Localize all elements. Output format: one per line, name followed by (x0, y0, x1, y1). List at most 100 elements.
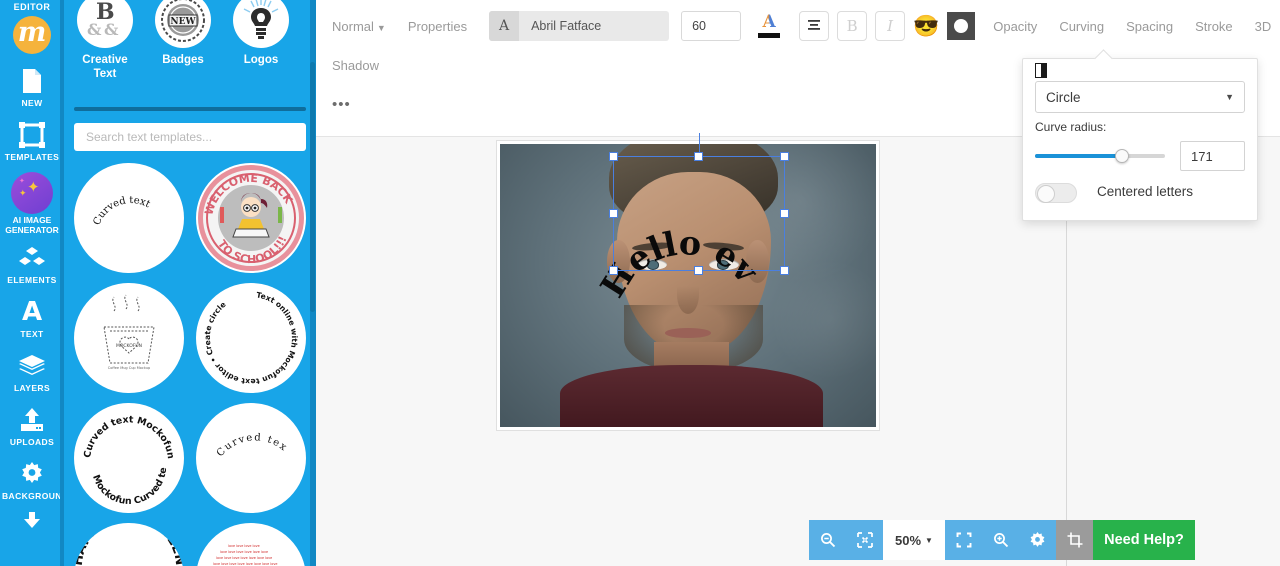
category-label-logos: Logos (243, 54, 279, 66)
photo-iris-right (716, 260, 730, 270)
sidebar-item-download[interactable] (2, 501, 62, 537)
toolbar-row-primary: Normal ▼ Properties A Abril Fatface 60 A … (332, 11, 1280, 41)
category-creative-text[interactable]: B & & Creative Text (72, 0, 138, 81)
fit-icon (856, 532, 873, 548)
curve-shape-select[interactable]: Circle ▼ (1035, 81, 1245, 113)
font-family-value: Abril Fatface (531, 19, 602, 33)
text-color-swatch (758, 33, 781, 38)
more-options-button[interactable]: ••• (332, 97, 351, 112)
photo-ear-left (607, 240, 630, 283)
centered-letters-label: Centered letters (1097, 184, 1194, 199)
template-item[interactable]: Curved text Mockofun Mockofun Curved tex… (74, 403, 184, 513)
template-item[interactable]: love love love love love love love love … (196, 523, 306, 566)
sidebar-item-ai-image-generator[interactable]: ✦ ✦ ✦ AI IMAGE GENERATOR (2, 162, 62, 235)
zoom-in-button[interactable] (982, 520, 1019, 560)
zoom-in-icon (993, 533, 1008, 548)
search-text-templates[interactable] (74, 123, 306, 151)
template-item[interactable]: WELCOME BACK TO SCHOOL!!! (196, 163, 306, 273)
fullscreen-button[interactable] (945, 520, 982, 560)
photo-mouth (665, 327, 711, 338)
text-templates-panel: B & & Creative Text NEW Badges Logos Sea… (64, 0, 316, 566)
fit-to-screen-button[interactable] (846, 520, 883, 560)
fullscreen-icon (956, 532, 971, 548)
gear-icon (1030, 531, 1045, 547)
chevron-down-icon: ▼ (925, 535, 933, 545)
sidebar-label-templates: TEMPLATES (4, 152, 60, 162)
template-item[interactable]: Text online with Mockofun text editor • … (196, 283, 306, 393)
font-size-input[interactable]: 60 (681, 11, 742, 41)
sidebar-item-background[interactable]: BACKGROUND (2, 447, 62, 501)
sidebar-item-templates[interactable]: TEMPLATES (2, 108, 62, 162)
need-help-button[interactable]: Need Help? (1093, 520, 1195, 560)
artboard[interactable]: Hello everyone (497, 141, 879, 430)
zoom-level-dropdown[interactable]: 50% ▼ (883, 520, 945, 560)
creative-text-icon: B & & (77, 0, 133, 48)
crop-button[interactable] (1056, 520, 1093, 560)
sidebar-item-elements[interactable]: ELEMENTS (2, 235, 62, 285)
chevron-down-icon: ▼ (1225, 92, 1234, 102)
option-curving[interactable]: Curving (1059, 19, 1104, 34)
template-item[interactable]: Curved text (74, 163, 184, 273)
photo-shirt (560, 364, 824, 427)
svg-text:&: & (87, 20, 102, 39)
layers-icon (2, 351, 62, 381)
option-stroke[interactable]: Stroke (1195, 19, 1233, 34)
sidebar-label-uploads: UPLOADS (9, 437, 55, 447)
zoom-out-button[interactable] (809, 520, 846, 560)
svg-text:Coffee Mug Cup Mockup: Coffee Mug Cup Mockup (108, 366, 151, 370)
template-item[interactable]: Curved text (196, 403, 306, 513)
template-item[interactable]: MOCKOFUN Coffee Mug Cup Mockup (74, 283, 184, 393)
text-color-button[interactable]: A (755, 11, 783, 41)
category-logos[interactable]: Logos (228, 0, 294, 81)
italic-button[interactable]: I (875, 11, 906, 41)
bold-button[interactable]: B (837, 11, 868, 41)
toggle-knob (1037, 185, 1055, 203)
centered-letters-toggle[interactable] (1035, 183, 1077, 203)
curve-radius-input[interactable]: 171 (1180, 141, 1245, 171)
photo-iris-left (646, 260, 660, 270)
properties-button[interactable]: Properties (408, 19, 467, 34)
app-logo[interactable]: m (0, 16, 64, 54)
zoom-out-icon (820, 533, 835, 548)
portrait-photo-layer[interactable]: Hello everyone (500, 144, 876, 427)
category-badges[interactable]: NEW Badges (150, 0, 216, 81)
text-color-glyph: A (762, 12, 776, 32)
sidebar-item-text[interactable]: A TEXT (2, 285, 62, 339)
lightbulb-icon (233, 0, 289, 48)
elements-icon (2, 243, 62, 273)
emoji-sunglasses-icon[interactable]: 😎 (913, 16, 939, 37)
sidebar-item-uploads[interactable]: UPLOADS (2, 393, 62, 447)
svg-text:love love love love love love: love love love love love love love (216, 556, 272, 560)
panel-scrollbar[interactable] (310, 62, 315, 312)
blend-mode-value: Normal (332, 18, 374, 34)
option-opacity[interactable]: Opacity (993, 19, 1037, 34)
photo-ear-right (746, 240, 769, 283)
svg-text:NEW: NEW (170, 17, 196, 27)
curve-shape-value: Circle (1046, 89, 1081, 105)
search-input[interactable] (84, 129, 296, 145)
shape-swatch-button[interactable] (947, 12, 976, 40)
option-spacing[interactable]: Spacing (1126, 19, 1173, 34)
sidebar-label-ai-1: AI IMAGE (12, 215, 52, 225)
font-glyph-icon: A (489, 11, 520, 41)
template-item[interactable]: HAPPY HALLOWEEN (74, 523, 184, 566)
panel-divider (74, 107, 306, 111)
option-shadow[interactable]: Shadow (332, 58, 379, 73)
svg-text:&: & (104, 20, 119, 39)
curve-radius-slider[interactable] (1035, 145, 1165, 167)
slider-knob[interactable] (1115, 149, 1129, 163)
red-text-heart-thumb: love love love love love love love love … (213, 544, 277, 566)
sidebar-item-layers[interactable]: LAYERS (2, 339, 62, 393)
text-a-icon: A (21, 297, 43, 327)
font-family-selector[interactable]: A Abril Fatface (489, 11, 670, 41)
editor-app: EDITOR m NEW TEMPLATES ✦ ✦ ✦ AI IMAGE GENE… (0, 0, 1280, 566)
toolbar-row-secondary: Shadow (332, 58, 401, 73)
option-3d[interactable]: 3D (1255, 19, 1272, 34)
canvas-settings-button[interactable] (1019, 520, 1056, 560)
text-align-button[interactable] (799, 11, 830, 41)
sidebar-item-new[interactable]: NEW (2, 54, 62, 108)
blend-mode-dropdown[interactable]: Normal ▼ (332, 19, 386, 34)
curved-text-simple-thumb: Curved text (92, 195, 152, 227)
curve-shape-icon (1035, 63, 1047, 78)
editor-label: EDITOR (13, 2, 51, 12)
